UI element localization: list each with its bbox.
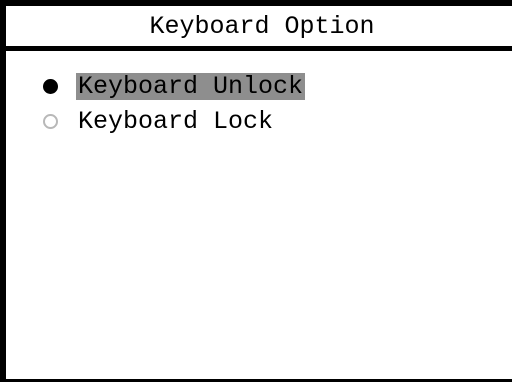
option-label[interactable]: Keyboard Unlock [76,73,306,100]
keyboard-option-dialog: Keyboard Option Keyboard Unlock Keyboard… [0,0,512,382]
option-keyboard-lock[interactable]: Keyboard Lock [6,104,512,139]
option-list: Keyboard Unlock Keyboard Lock [6,69,512,139]
option-label[interactable]: Keyboard Lock [76,108,275,135]
radio-unselected-icon[interactable] [43,114,58,129]
title-bar: Keyboard Option [6,6,512,51]
option-keyboard-unlock[interactable]: Keyboard Unlock [6,69,512,104]
radio-selected-icon[interactable] [43,79,58,94]
dialog-title: Keyboard Option [149,11,375,41]
